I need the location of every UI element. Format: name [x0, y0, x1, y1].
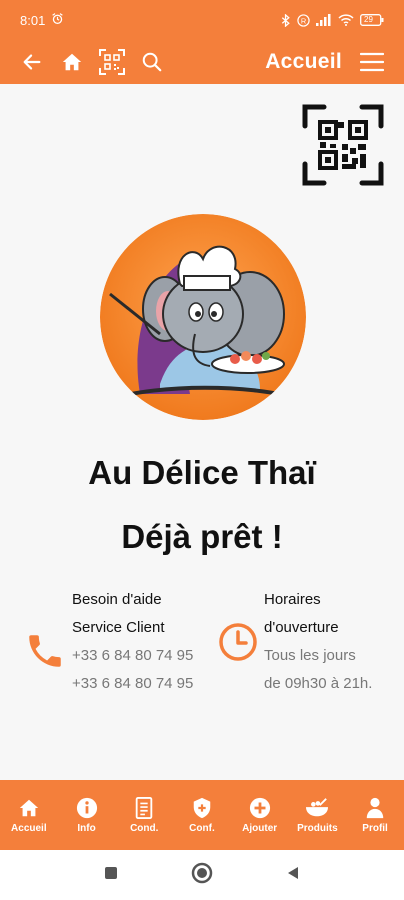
help-section: Besoin d'aide Service Client +33 6 84 80… — [72, 586, 193, 698]
status-bar: 8:01 R 29 — [0, 0, 404, 40]
home-icon — [19, 799, 39, 816]
phone-number-2[interactable]: +33 6 84 80 74 95 — [72, 670, 193, 698]
nav-item-info[interactable]: Info — [59, 797, 115, 834]
shield-icon — [193, 797, 211, 818]
app-bar: Accueil — [0, 40, 404, 84]
svg-text:R: R — [301, 16, 306, 25]
battery-level: 29 — [364, 15, 373, 24]
nav-label-cond: Cond. — [130, 822, 159, 834]
phone-icon[interactable] — [24, 630, 66, 677]
hours-line-1: Tous les jours — [264, 647, 356, 664]
nav-item-cond[interactable]: Cond. — [116, 796, 172, 834]
hours-subtitle: d'ouverture — [264, 619, 339, 636]
back-arrow-icon[interactable] — [18, 48, 46, 76]
nav-label-info: Info — [77, 822, 96, 834]
registered-icon: R — [297, 13, 310, 27]
person-icon — [366, 797, 384, 818]
back-triangle-icon[interactable] — [285, 865, 301, 886]
nav-label-ajouter: Ajouter — [242, 822, 278, 834]
clock-icon — [218, 622, 258, 667]
system-nav-bar — [0, 850, 404, 900]
nav-label-conf: Conf. — [189, 822, 215, 834]
nav-item-conf[interactable]: Conf. — [174, 797, 230, 834]
nav-item-profil[interactable]: Profil — [347, 797, 403, 834]
help-subtitle: Service Client — [72, 619, 165, 636]
nav-label-produits: Produits — [297, 822, 338, 834]
help-title: Besoin d'aide — [72, 591, 162, 608]
info-icon — [76, 797, 97, 818]
hours-line-2: de 09h30 à 21h. — [264, 675, 373, 692]
battery-icon: 29 — [360, 14, 384, 26]
page-title: Accueil — [265, 50, 342, 73]
hours-section: Horaires d'ouverture Tous les jours de 0… — [264, 586, 372, 698]
home-button-icon[interactable] — [191, 862, 213, 889]
nav-item-produits[interactable]: Produits — [289, 797, 345, 834]
nav-label-accueil: Accueil — [11, 822, 47, 834]
shop-name: Au Délice Thaï — [88, 454, 316, 491]
bowl-icon — [306, 797, 329, 816]
phone-number-1[interactable]: +33 6 84 80 74 95 — [72, 642, 193, 670]
home-icon[interactable] — [58, 48, 86, 76]
qr-code-icon[interactable] — [302, 104, 384, 186]
bluetooth-icon — [281, 13, 291, 27]
shop-status: Déjà prêt ! — [121, 518, 283, 555]
nav-item-ajouter[interactable]: Ajouter — [232, 797, 288, 834]
wifi-icon — [338, 14, 354, 26]
recent-apps-icon[interactable] — [103, 865, 119, 886]
nav-label-profil: Profil — [362, 822, 388, 834]
nav-item-accueil[interactable]: Accueil — [1, 797, 57, 834]
bottom-nav: Accueil Info Cond. Conf. Ajouter Produit… — [0, 780, 404, 850]
qr-scan-icon[interactable] — [98, 48, 126, 76]
main-content: Au Délice Thaï Déjà prêt ! Besoin d'aide… — [0, 84, 404, 780]
search-icon[interactable] — [138, 48, 166, 76]
signal-icon — [316, 14, 332, 26]
status-time: 8:01 — [20, 12, 46, 28]
document-icon — [136, 796, 153, 819]
hours-title: Horaires — [264, 591, 321, 608]
restaurant-logo — [100, 214, 306, 420]
hamburger-menu-icon[interactable] — [358, 48, 386, 76]
add-circle-icon — [249, 797, 270, 818]
alarm-icon — [51, 12, 64, 28]
